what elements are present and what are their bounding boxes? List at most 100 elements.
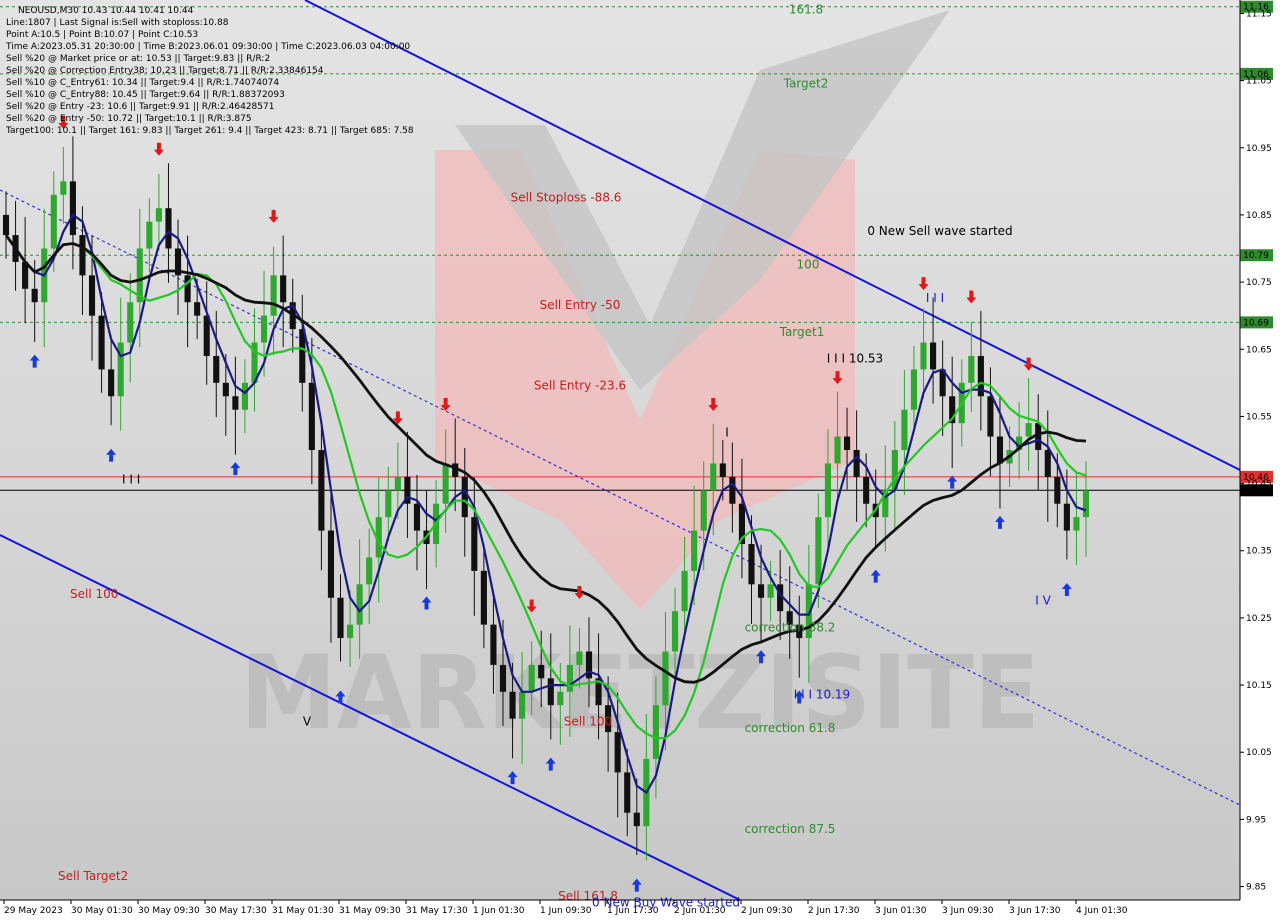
y-tick-label: 10.35 [1246, 547, 1272, 557]
candle-body [681, 570, 688, 612]
candle-body [729, 476, 736, 504]
candle-body [232, 396, 239, 410]
info-line: Sell %20 @ Entry -50: 10.72 || Target:10… [6, 114, 252, 124]
x-tick-label: 30 May 17:30 [205, 906, 267, 916]
x-tick-label: 4 Jun 01:30 [1076, 906, 1128, 916]
candle-body [461, 476, 468, 518]
candle-body [557, 691, 564, 706]
candle-body [815, 517, 822, 585]
candle-body [108, 369, 115, 397]
candle-body [633, 812, 640, 827]
candle-body [213, 355, 220, 383]
candle-body [528, 664, 535, 692]
candle-body [930, 342, 937, 370]
chart-annotation: I [725, 426, 729, 440]
candle-body [413, 503, 421, 531]
y-tick-label: 11.05 [1246, 77, 1272, 87]
candle-body [1073, 517, 1080, 531]
x-tick-label: 2 Jun 17:30 [808, 906, 860, 916]
candle-body [480, 570, 487, 625]
candle-body [280, 275, 287, 303]
candle-body [719, 463, 726, 477]
candle-body [509, 691, 516, 719]
candle-body [748, 544, 755, 585]
x-tick-label: 31 May 01:30 [272, 906, 334, 916]
candle-body [987, 396, 994, 437]
candle-body [194, 302, 201, 316]
y-tick-label: 10.75 [1246, 278, 1272, 288]
candle-body [519, 691, 526, 719]
candle-body [538, 664, 545, 679]
candle-body [69, 181, 76, 236]
y-tick-label: 10.95 [1246, 144, 1272, 154]
chart-svg: MARKETZISITE 161.8Target2Sell Stoploss -… [0, 0, 1280, 920]
chart-annotation: I I I [926, 291, 944, 305]
chart-annotation: Sell 100 [564, 714, 612, 728]
candle-body [318, 450, 325, 531]
candle-body [127, 302, 134, 343]
candle-body [385, 490, 392, 518]
chart-annotation: 161.8 [789, 2, 823, 16]
y-tick-label: 10.55 [1246, 412, 1272, 422]
candle-body [1054, 476, 1061, 504]
candle-body [98, 315, 105, 370]
chart-annotation: Sell Stoploss -88.6 [511, 190, 622, 204]
candle-body [155, 208, 162, 222]
candle-body [394, 476, 401, 491]
x-tick-label: 29 May 2023 [4, 906, 63, 916]
candle-body [146, 221, 153, 249]
candle-body [767, 584, 774, 598]
x-tick-label: 31 May 09:30 [339, 906, 401, 916]
chart-annotation: I I I 10.53 [827, 352, 883, 366]
candle-body [566, 664, 573, 692]
candle-body [853, 450, 860, 477]
chart-annotation: 0 New Sell wave started [867, 224, 1012, 238]
y-tick-label: 10.15 [1246, 681, 1272, 691]
info-line: Sell %20 @ Correction Entry38: 10.23 || … [6, 66, 324, 76]
candle-body [824, 463, 832, 518]
chart-annotation: correction 61.8 [745, 721, 836, 735]
chart-annotation: Sell Entry -50 [540, 298, 621, 312]
info-line: Time A:2023.05.31 20:30:00 | Time B:2023… [5, 42, 410, 52]
candle-body [490, 624, 497, 665]
chart-annotation: correction 38.2 [745, 620, 836, 634]
x-tick-label: 31 May 17:30 [406, 906, 468, 916]
x-tick-label: 1 Jun 01:30 [473, 906, 525, 916]
candle-body [700, 490, 707, 531]
x-tick-label: 30 May 09:30 [138, 906, 200, 916]
candle-body [442, 463, 449, 504]
x-tick-label: 2 Jun 09:30 [741, 906, 793, 916]
candle-body [1025, 423, 1032, 437]
info-line: Target100: 10.1 || Target 161: 9.83 || T… [5, 126, 414, 136]
candle-body [1063, 503, 1070, 531]
chart-annotation: I V [1035, 593, 1051, 607]
candle-body [844, 436, 851, 450]
candle-body [308, 382, 315, 450]
candle-body [834, 436, 841, 464]
candle-body [241, 382, 248, 410]
candle-body [471, 517, 478, 571]
candle-body [356, 584, 363, 625]
y-tick-label: 10.25 [1246, 614, 1272, 624]
candle-body [671, 611, 679, 652]
x-tick-label: 3 Jun 01:30 [875, 906, 927, 916]
x-tick-label: 30 May 01:30 [71, 906, 133, 916]
y-tick-label: 9.95 [1246, 815, 1266, 825]
chart-annotation: Sell Target2 [58, 869, 128, 883]
candle-body [757, 584, 765, 598]
candle-body [901, 409, 908, 450]
candle-body [222, 382, 229, 397]
candle-body [547, 678, 554, 706]
candle-body [662, 651, 669, 706]
candle-body [499, 664, 507, 692]
candle-body [1082, 490, 1090, 518]
candle-body [996, 436, 1004, 464]
candle-body [337, 597, 344, 639]
x-tick-label: 2 Jun 01:30 [674, 906, 726, 916]
symbol-line: NEOUSD,M30 10.43 10.44 10.41 10.44 [18, 6, 194, 16]
candle-body [79, 235, 86, 276]
price-level-label: 10.79 [1243, 251, 1269, 261]
candle-body [60, 181, 67, 195]
y-tick-label: 10.05 [1246, 748, 1272, 758]
chart-container: MARKETZISITE 161.8 Target2 Sell Stoploss -… [0, 0, 1280, 920]
